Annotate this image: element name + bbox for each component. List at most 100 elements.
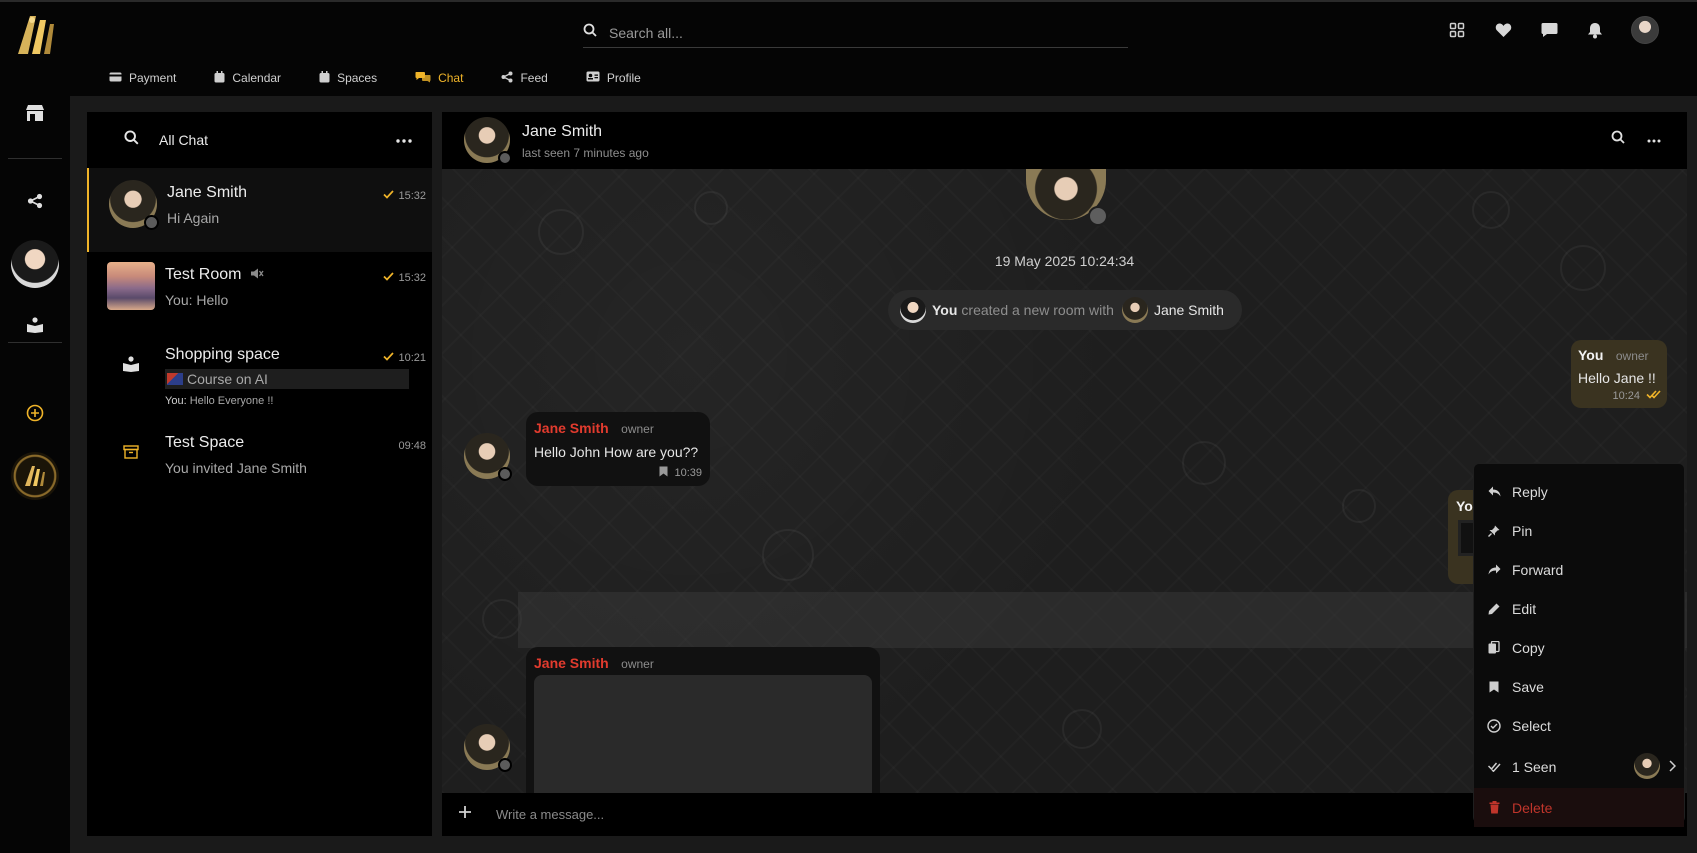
id-card-icon — [586, 71, 600, 85]
tab-payment[interactable]: Payment — [90, 66, 195, 90]
add-circle-icon[interactable] — [22, 400, 48, 426]
message-role: owner — [621, 422, 654, 436]
chat-list-panel: All Chat Jane Smith Hi Again 15:32 Test … — [87, 112, 432, 836]
grid-icon[interactable] — [1447, 20, 1467, 40]
reply-icon — [1486, 484, 1502, 500]
chat-name: Test Room — [165, 266, 242, 283]
chat-preview: You: Hello — [165, 292, 229, 308]
trash-icon — [1486, 800, 1502, 816]
chat-item-test-space[interactable]: Test Space You invited Jane Smith 09:48 — [87, 424, 432, 508]
menu-item-edit[interactable]: Edit — [1474, 589, 1684, 628]
menu-item-forward[interactable]: Forward — [1474, 550, 1684, 589]
status-dot — [1088, 206, 1108, 226]
tab-feed[interactable]: Feed — [482, 66, 566, 90]
message-bubble-incoming[interactable]: Jane Smith owner — [526, 647, 880, 805]
message-text: Hello John How are you?? — [534, 444, 699, 460]
reader-icon[interactable] — [22, 312, 48, 338]
archive-icon — [123, 444, 139, 464]
system-target: Jane Smith — [1153, 302, 1224, 318]
bookmark-icon — [1486, 679, 1502, 695]
copy-icon — [1486, 640, 1502, 656]
menu-item-delete[interactable]: Delete — [1474, 788, 1684, 827]
chat-time: 10:21 — [383, 352, 426, 364]
tab-spaces[interactable]: Spaces — [300, 66, 396, 90]
rail-brand-badge-icon[interactable] — [11, 452, 59, 500]
mute-icon — [250, 266, 264, 283]
sender-avatar[interactable] — [464, 433, 512, 481]
search-icon[interactable] — [124, 130, 139, 150]
chat-name: Shopping space — [165, 346, 280, 363]
check-icon — [383, 352, 395, 364]
message-bubble-outgoing[interactable]: You owner Hello Jane !! 10:24 — [1571, 340, 1667, 408]
heart-icon[interactable] — [1493, 20, 1513, 40]
menu-item-copy[interactable]: Copy — [1474, 628, 1684, 667]
double-check-icon — [1646, 390, 1661, 402]
search-icon — [583, 23, 597, 42]
pinned-preview: Course on AI — [165, 369, 409, 389]
top-bar: Payment Calendar Spaces Chat Feed Profil… — [0, 0, 1697, 99]
message-meta: 10:24 — [1612, 390, 1661, 402]
share-nodes-icon[interactable] — [22, 188, 48, 214]
tab-profile[interactable]: Profile — [567, 66, 660, 90]
system-text: created a new room with — [961, 302, 1114, 318]
flag-icon — [167, 373, 183, 385]
bell-icon[interactable] — [1585, 20, 1605, 40]
chat-bubbles-icon — [415, 71, 431, 86]
menu-item-select[interactable]: Select — [1474, 706, 1684, 745]
share-icon — [501, 71, 513, 86]
seen-by-avatar — [1634, 753, 1660, 779]
bookmark-icon — [659, 466, 668, 480]
check-circle-icon — [1486, 718, 1502, 734]
chat-item-jane-smith[interactable]: Jane Smith Hi Again 15:32 — [87, 168, 432, 252]
top-actions — [1447, 16, 1659, 44]
global-search[interactable] — [583, 18, 1128, 48]
message-bubble-incoming[interactable]: Jane Smith owner Hello John How are you?… — [526, 412, 710, 486]
chat-header: Jane Smith last seen 7 minutes ago — [442, 112, 1687, 169]
contact-name[interactable]: Jane Smith — [522, 123, 602, 141]
rail-divider — [8, 342, 62, 343]
avatar — [109, 180, 159, 230]
plus-icon[interactable] — [458, 805, 472, 824]
chat-preview: Hi Again — [167, 210, 220, 226]
chat-item-shopping-space[interactable]: Shopping space Course on AI You: Hello E… — [87, 336, 432, 424]
message-image[interactable] — [534, 675, 872, 805]
menu-item-reply[interactable]: Reply — [1474, 472, 1684, 511]
chat-time: 15:32 — [383, 272, 426, 284]
search-icon[interactable] — [1611, 130, 1625, 149]
menu-item-save[interactable]: Save — [1474, 667, 1684, 706]
rail-user-avatar[interactable] — [11, 240, 59, 288]
chat-preview: Hello Everyone !! — [189, 395, 274, 407]
search-input[interactable] — [609, 24, 1089, 41]
menu-item-pin[interactable]: Pin — [1474, 511, 1684, 550]
sender-avatar[interactable] — [464, 724, 512, 772]
tab-calendar[interactable]: Calendar — [195, 66, 300, 90]
brand-logo-icon[interactable] — [14, 10, 58, 58]
space-avatar — [107, 430, 155, 478]
check-icon — [383, 272, 395, 284]
chat-list-title: All Chat — [159, 132, 209, 148]
contact-avatar[interactable] — [464, 117, 512, 165]
system-message: You created a new room with Jane Smith — [888, 290, 1242, 330]
store-icon[interactable] — [22, 100, 48, 126]
message-role: owner — [621, 657, 654, 671]
message-role: owner — [1615, 349, 1649, 363]
chat-name: Jane Smith — [167, 184, 248, 201]
date-separator: 19 May 2025 10:24:34 — [994, 253, 1135, 269]
message-icon[interactable] — [1539, 20, 1559, 40]
user-avatar[interactable] — [1631, 16, 1659, 44]
more-icon[interactable] — [1647, 130, 1661, 149]
spaces-icon — [319, 70, 330, 86]
tab-chat[interactable]: Chat — [396, 66, 483, 99]
message-sender: Jane Smith — [534, 420, 609, 436]
reader-icon — [122, 355, 140, 377]
pin-icon — [1486, 523, 1502, 539]
chat-time: 15:32 — [383, 190, 426, 202]
chevron-right-icon — [1669, 759, 1677, 775]
calendar-icon — [214, 70, 225, 86]
menu-item-seen[interactable]: 1 Seen — [1474, 745, 1684, 788]
message-input[interactable] — [496, 807, 1096, 822]
chat-item-test-room[interactable]: Test Room You: Hello 15:32 — [87, 252, 432, 336]
more-icon[interactable] — [396, 130, 412, 148]
avatar — [1121, 297, 1148, 323]
system-actor: You — [932, 302, 958, 318]
